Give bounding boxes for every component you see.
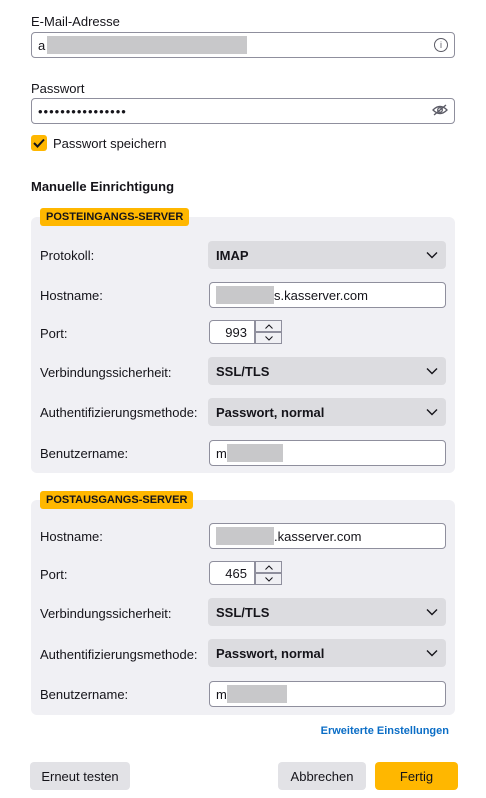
chevron-down-icon [426, 252, 438, 259]
outgoing-hostname-input[interactable]: .kasserver.com [209, 523, 446, 549]
outgoing-auth-select[interactable]: Passwort, normal [208, 639, 446, 667]
chevron-down-icon [426, 409, 438, 416]
outgoing-username-input[interactable]: m [209, 681, 446, 707]
chevron-up-icon [264, 323, 273, 329]
incoming-protocol-label: Protokoll: [40, 248, 95, 263]
port-down-button[interactable] [255, 332, 282, 344]
advanced-settings-link[interactable]: Erweiterte Einstellungen [321, 725, 449, 737]
incoming-security-value: SSL/TLS [216, 363, 270, 379]
incoming-hostname-value: s.kasserver.com [274, 287, 368, 303]
incoming-protocol-select[interactable]: IMAP [208, 241, 446, 269]
password-label: Passwort [31, 81, 85, 96]
chevron-down-icon [426, 368, 438, 375]
outgoing-port-value[interactable]: 465 [209, 561, 255, 585]
chevron-down-icon [264, 576, 273, 582]
incoming-port-label: Port: [40, 326, 68, 341]
email-label: E-Mail-Adresse [31, 14, 120, 29]
port-up-button[interactable] [255, 320, 282, 332]
outgoing-hostname-value: .kasserver.com [274, 528, 362, 544]
incoming-hostname-label: Hostname: [40, 288, 103, 303]
chevron-down-icon [426, 650, 438, 657]
outgoing-port-stepper[interactable]: 465 [209, 561, 282, 585]
outgoing-hostname-label: Hostname: [40, 529, 103, 544]
manual-setup-title: Manuelle Einrichtigung [31, 179, 175, 194]
incoming-username-label: Benutzername: [40, 446, 129, 461]
remember-checkbox[interactable] [31, 135, 47, 151]
incoming-hostname-input[interactable]: s.kasserver.com [209, 282, 446, 308]
outgoing-security-select[interactable]: SSL/TLS [208, 598, 446, 626]
outgoing-port-label: Port: [40, 567, 68, 582]
retest-button[interactable]: Erneut testen [30, 762, 130, 790]
done-button[interactable]: Fertig [375, 762, 458, 790]
redacted-block [216, 286, 274, 304]
outgoing-security-value: SSL/TLS [216, 604, 270, 620]
password-value: •••••••••••••••• [38, 103, 127, 119]
incoming-auth-label: Authentifizierungsmethode: [40, 405, 198, 420]
chevron-up-icon [264, 564, 273, 570]
port-up-button[interactable] [255, 561, 282, 573]
chevron-down-icon [264, 335, 273, 341]
incoming-port-stepper[interactable]: 993 [209, 320, 282, 344]
incoming-username-input[interactable]: m [209, 440, 446, 466]
incoming-security-label: Verbindungssicherheit: [40, 365, 172, 380]
chevron-down-icon [426, 609, 438, 616]
outgoing-username-label: Benutzername: [40, 687, 129, 702]
password-field[interactable]: •••••••••••••••• [31, 98, 455, 124]
incoming-server-badge: POSTEINGANGS-SERVER [40, 208, 190, 226]
redacted-block [226, 685, 287, 703]
redacted-block [47, 36, 248, 54]
redacted-block [226, 444, 283, 462]
email-field[interactable]: a i [31, 32, 455, 58]
outgoing-security-label: Verbindungssicherheit: [40, 606, 172, 621]
outgoing-server-badge: POSTAUSGANGS-SERVER [40, 491, 194, 509]
info-icon[interactable]: i [434, 38, 448, 52]
outgoing-auth-label: Authentifizierungsmethode: [40, 647, 198, 662]
incoming-auth-value: Passwort, normal [216, 404, 325, 420]
cancel-button[interactable]: Abbrechen [278, 762, 366, 790]
port-down-button[interactable] [255, 573, 282, 585]
incoming-port-value[interactable]: 993 [209, 320, 255, 344]
outgoing-username-value: m [216, 686, 227, 702]
incoming-username-value: m [216, 445, 227, 461]
incoming-security-select[interactable]: SSL/TLS [208, 357, 446, 385]
email-value: a [38, 37, 46, 53]
incoming-protocol-value: IMAP [216, 247, 249, 263]
eye-slash-icon[interactable] [432, 104, 448, 119]
incoming-auth-select[interactable]: Passwort, normal [208, 398, 446, 426]
redacted-block [216, 527, 274, 545]
checkmark-icon [33, 138, 45, 148]
outgoing-auth-value: Passwort, normal [216, 645, 325, 661]
remember-label: Passwort speichern [53, 136, 167, 151]
